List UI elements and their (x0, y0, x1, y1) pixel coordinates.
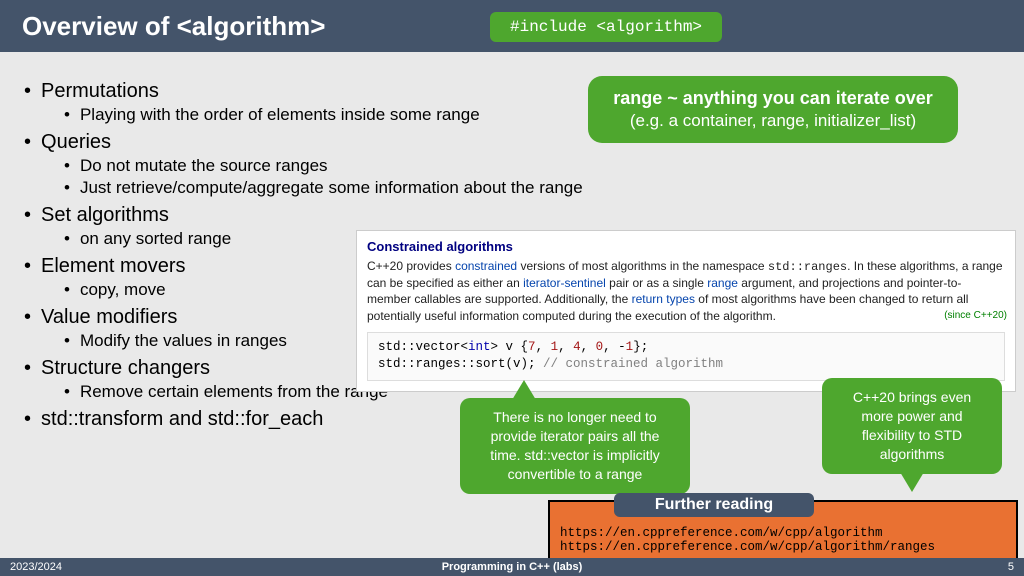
page-title: Overview of <algorithm> (22, 11, 325, 42)
footer-course: Programming in C++ (labs) (0, 561, 1024, 573)
callout-iterator-pairs: There is no longer need to provide itera… (460, 398, 690, 494)
subbullet: Do not mutate the source ranges (80, 156, 600, 176)
further-url: https://en.cppreference.com/w/cpp/algori… (560, 526, 1006, 540)
footer-year: 2023/2024 (10, 561, 62, 573)
callout-tail-icon (512, 380, 536, 400)
callout-cpp20: C++20 brings even more power and flexibi… (822, 378, 1002, 474)
callout-tail-icon (900, 472, 924, 492)
further-url: https://en.cppreference.com/w/cpp/algori… (560, 540, 1006, 554)
since-tag: (since C++20) (944, 310, 1007, 321)
further-reading-title: Further reading (614, 493, 814, 517)
footer-bar: 2023/2024 Programming in C++ (labs) 5 (0, 558, 1024, 576)
range-definition-box: range ~ anything you can iterate over (e… (588, 76, 958, 143)
range-line2: (e.g. a container, range, initializer_li… (608, 111, 938, 131)
bullet-set-algorithms: Set algorithms (40, 204, 600, 227)
slide: Overview of <algorithm> #include <algori… (0, 0, 1024, 576)
bullet-permutations: Permutations (40, 80, 600, 103)
subbullet: Just retrieve/compute/aggregate some inf… (80, 178, 600, 198)
range-line1: range ~ anything you can iterate over (608, 88, 938, 109)
doc-body: C++20 provides constrained versions of m… (367, 258, 1005, 324)
include-directive: #include <algorithm> (490, 12, 722, 42)
doc-heading: Constrained algorithms (367, 239, 1005, 254)
subbullet: Playing with the order of elements insid… (80, 105, 600, 125)
footer-page: 5 (1008, 561, 1014, 573)
code-example: std::vector<int> v {7, 1, 4, 0, -1}; std… (367, 332, 1005, 381)
bullet-queries: Queries (40, 131, 600, 154)
cppreference-snippet: Constrained algorithms C++20 provides co… (356, 230, 1016, 392)
